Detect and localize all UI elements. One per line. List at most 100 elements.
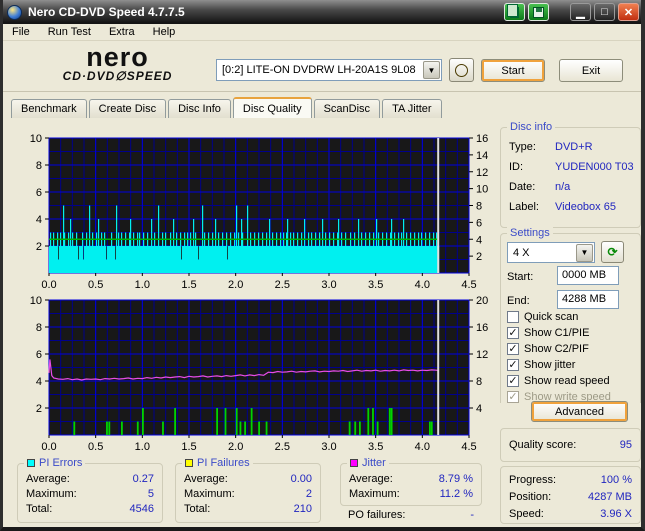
svg-text:8: 8 [36, 160, 42, 172]
svg-text:2: 2 [36, 403, 42, 415]
svg-text:12: 12 [476, 349, 488, 361]
tab-ta-jitter[interactable]: TA Jitter [382, 99, 442, 118]
checkbox-icon[interactable]: ✓ [507, 327, 519, 339]
quality-score-box: Quality score: 95 [500, 428, 641, 462]
menu-item-help[interactable]: Help [144, 25, 185, 39]
svg-text:2.5: 2.5 [275, 279, 290, 291]
svg-text:2: 2 [36, 241, 42, 253]
disc-info-label: Label: [509, 201, 539, 213]
svg-text:20: 20 [476, 296, 488, 307]
eject-button[interactable] [449, 58, 474, 82]
progress-row: Position: 4287 MB [509, 491, 632, 503]
progress-row: Speed: 3.96 X [509, 508, 632, 520]
svg-text:8: 8 [476, 201, 482, 213]
minimize-icon: ▁ [576, 6, 585, 19]
tab-scandisc[interactable]: ScanDisc [313, 99, 381, 118]
svg-text:2.5: 2.5 [275, 441, 290, 453]
stat-label: Maximum: [184, 488, 235, 500]
disc-info-value: DVD+R [555, 141, 593, 153]
save-icon [533, 6, 544, 18]
tab-benchmark[interactable]: Benchmark [11, 99, 87, 118]
checkbox-label: Show jitter [524, 359, 576, 371]
checkbox-icon[interactable]: ✓ [507, 343, 519, 355]
save-button[interactable] [528, 3, 549, 21]
checkbox-show-c1-pie[interactable]: ✓ Show C1/PIE [507, 327, 589, 339]
stat-row: Maximum: 2 [184, 488, 312, 500]
maximize-icon: □ [601, 6, 608, 18]
chevron-down-icon[interactable]: ▼ [423, 61, 440, 79]
maximize-button[interactable]: □ [594, 3, 615, 21]
svg-text:10: 10 [30, 134, 42, 145]
minimize-button[interactable]: ▁ [570, 3, 591, 21]
settings-group: Settings 4 X ▼ ⟳ Start: 0000 MB End: 428… [500, 227, 641, 403]
pi-failures-jitter-chart: 0.0 0.5 1.0 1.5 2.0 2.5 3.0 3.5 4.0 4.5 2 4 6 8 10 4 8 12… [11, 295, 495, 454]
cdvd-speed-logo-text: CD·DVD∅SPEED [62, 69, 173, 83]
menu-item-file[interactable]: File [3, 25, 39, 39]
svg-text:4.5: 4.5 [461, 441, 476, 453]
svg-text:1.5: 1.5 [181, 441, 196, 453]
tab-disc-quality[interactable]: Disc Quality [232, 97, 312, 118]
chevron-down-icon[interactable]: ▼ [576, 243, 593, 262]
progress-value: 4287 MB [587, 491, 632, 503]
svg-text:1.0: 1.0 [135, 441, 150, 453]
svg-text:3.0: 3.0 [321, 279, 336, 291]
stat-row: Maximum: 5 [26, 488, 154, 500]
progress-label: Position: [509, 491, 552, 503]
checkbox-show-read-speed[interactable]: ✓ Show read speed [507, 375, 610, 387]
start-button[interactable]: Start [481, 59, 545, 82]
exit-button[interactable]: Exit [559, 59, 623, 82]
menu-item-run-test[interactable]: Run Test [39, 25, 100, 39]
svg-text:10: 10 [30, 296, 42, 307]
tab-create-disc[interactable]: Create Disc [88, 99, 167, 118]
po-failures-label: PO failures: [348, 509, 406, 521]
stat-label: Maximum: [349, 488, 400, 500]
start-field-label: Start: [507, 271, 534, 283]
stat-label: Average: [26, 473, 70, 485]
copy-icon [507, 3, 519, 18]
jitter-stats-box: Jitter Average: 8.79 % Maximum: 11.2 % [340, 457, 482, 506]
copy-to-clipboard-button[interactable] [504, 3, 525, 21]
disc-info-title: Disc info [507, 121, 556, 133]
svg-text:1.5: 1.5 [181, 279, 196, 291]
start-field[interactable]: 0000 MB [557, 266, 619, 285]
stat-row: Total: 210 [184, 503, 312, 515]
titlebar: Nero CD-DVD Speed 4.7.7.5 ▁ □ ✕ [3, 0, 641, 24]
stat-value: 210 [293, 503, 312, 515]
advanced-button[interactable]: Advanced [531, 401, 628, 422]
end-field[interactable]: 4288 MB [557, 290, 619, 309]
stat-row: Average: 8.79 % [349, 473, 473, 485]
tab-disc-info[interactable]: Disc Info [168, 99, 231, 118]
stat-label: Average: [184, 473, 228, 485]
svg-text:4.5: 4.5 [461, 279, 476, 291]
quality-score-label: Quality score: [509, 439, 577, 451]
progress-label: Speed: [509, 508, 544, 520]
svg-text:0.5: 0.5 [88, 441, 103, 453]
checkbox-show-jitter[interactable]: ✓ Show jitter [507, 359, 575, 371]
pi-errors-chart: 0.0 0.5 1.0 1.5 2.0 2.5 3.0 3.5 4.0 4.5 2 4 6 8 10 2 4 6 8… [11, 133, 495, 292]
checkbox-icon: ✓ [507, 391, 519, 403]
checkbox-quick-scan[interactable]: Quick scan [507, 311, 578, 323]
window-title: Nero CD-DVD Speed 4.7.7.5 [28, 5, 185, 19]
checkbox-icon[interactable]: ✓ [507, 359, 519, 371]
disc-info-value: Videobox 65 [555, 201, 616, 213]
refresh-button[interactable]: ⟳ [601, 241, 624, 263]
speed-select-value: 4 X [513, 246, 530, 259]
stat-label: Total: [184, 503, 211, 515]
svg-text:3.5: 3.5 [368, 279, 383, 291]
svg-text:2.0: 2.0 [228, 279, 243, 291]
drive-select[interactable]: [0:2] LITE-ON DVDRW LH-20A1S 9L08 ▼ [216, 59, 442, 81]
close-button[interactable]: ✕ [618, 3, 639, 21]
speed-select[interactable]: 4 X ▼ [507, 242, 595, 263]
checkbox-icon[interactable] [507, 311, 519, 323]
menu-item-extra[interactable]: Extra [100, 25, 144, 39]
drive-select-value: [0:2] LITE-ON DVDRW LH-20A1S 9L08 [222, 64, 416, 76]
pi-failures-swatch [185, 459, 193, 467]
stat-row: Average: 0.00 [184, 473, 312, 485]
svg-text:16: 16 [476, 134, 488, 145]
checkbox-icon[interactable]: ✓ [507, 375, 519, 387]
nero-logo-text: nero [86, 42, 149, 72]
checkbox-show-c2-pif[interactable]: ✓ Show C2/PIF [507, 343, 589, 355]
pi-failures-stats-title: PI Failures [197, 457, 250, 469]
app-icon [7, 4, 22, 20]
svg-text:6: 6 [36, 187, 42, 199]
